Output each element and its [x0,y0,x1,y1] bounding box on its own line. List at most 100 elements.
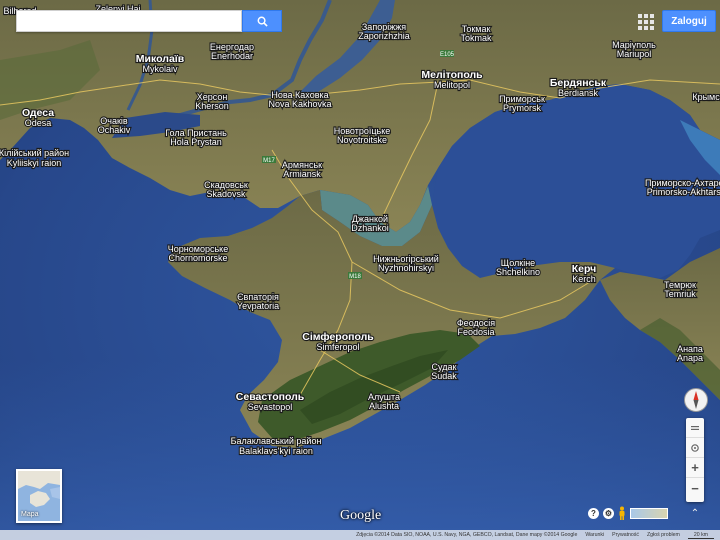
pegman-icon[interactable] [618,506,626,520]
signin-button[interactable]: Zaloguj [662,10,716,32]
minimap-toggle[interactable]: Mapa [16,469,62,523]
svg-text:Sudak: Sudak [431,371,457,381]
label-chornomorske: Чорноморське Chornomorske [167,243,230,264]
settings-gear-icon[interactable]: ⚙ [603,507,614,519]
terms-link[interactable]: Warunki [585,532,604,538]
svg-text:Prymorsk: Prymorsk [503,103,541,113]
privacy-link[interactable]: Prywatność [612,532,639,538]
label-tokmak: Токмак Tokmak [459,23,493,44]
svg-text:Chornomorske: Chornomorske [168,253,227,263]
svg-text:Yevpatoria: Yevpatoria [237,301,279,311]
label-yevpatoria: Євпаторія Yevpatoria [236,291,280,312]
svg-text:Odesa: Odesa [25,118,52,128]
label-shchelkino: Щолкіне Shchelkino [495,257,541,278]
svg-text:M17: M17 [263,158,275,164]
svg-text:Nova Kakhovka: Nova Kakhovka [268,99,331,109]
svg-text:Temriuk: Temriuk [664,289,696,299]
minimap-label: Mapa [21,511,39,518]
svg-text:Sevastopol: Sevastopol [248,402,293,412]
svg-text:Skadovsk: Skadovsk [206,189,246,199]
label-nova-kakhovka: Нова Каховка Nova Kakhovka [267,89,332,110]
svg-text:M18: M18 [349,274,361,280]
label-dzhankoi: Джанкой Dzhankoi [350,213,390,234]
label-ochakiv: Очаків Ochakiv [97,115,132,136]
label-zaporizhzhia: Запоріжжя Zaporizhzhia [357,21,411,42]
rotate-icon [691,443,699,452]
svg-text:Armiansk: Armiansk [283,169,321,179]
tilt-button[interactable] [686,418,704,438]
attribution-bar: Zdjęcia ©2014 Data SIO, NOAA, U.S. Navy,… [0,530,720,540]
svg-text:Balaklavs'kyi raion: Balaklavs'kyi raion [239,446,313,456]
label-nyzhnohirskyi: Нижньогірський Nyzhnohirskyi [372,253,440,274]
svg-text:Novotroitske: Novotroitske [337,135,387,145]
expand-button[interactable]: ⌃ [688,506,702,520]
road-shield-m17: M17 [262,156,276,164]
search-icon [257,16,268,27]
label-kerch: Керч Kerch [571,262,598,285]
svg-text:Mykolaiv: Mykolaiv [142,64,178,74]
label-kiliiskyi: Кілійський район Kyliiskyi raion [0,147,70,169]
svg-text:Primorsko-Akhtarsk: Primorsko-Akhtarsk [647,187,720,197]
attribution-text: Zdjęcia ©2014 Data SIO, NOAA, U.S. Navy,… [356,532,578,538]
compass-control[interactable] [684,388,708,412]
label-hola-prystan: Гола Пристань Hola Prystan [164,127,228,148]
label-kherson: Херсон Kherson [194,91,230,112]
label-novotroitske: Новотроїцьке Novotroitske [333,125,392,146]
label-anapa: Анапа Anapa [676,343,704,364]
rotate-button[interactable] [686,438,704,458]
svg-text:Ochakiv: Ochakiv [98,125,131,135]
svg-text:Enerhodar: Enerhodar [211,51,253,61]
svg-text:Zaporizhzhia: Zaporizhzhia [358,31,410,41]
svg-text:Kyliiskyi raion: Kyliiskyi raion [7,158,62,168]
label-mariupol: Маріуполь Mariupol [611,39,657,60]
search-input[interactable] [17,11,241,31]
road-shield-e105: E105 [440,50,455,58]
label-enerhodar: Енергодар Enerhodar [209,41,255,62]
label-odesa: Одеса Odesa [21,106,55,129]
svg-text:Simferopol: Simferopol [316,342,359,352]
svg-text:Berdiansk: Berdiansk [558,88,599,98]
label-armiansk: Армянськ Armiansk [281,159,323,180]
label-feodosia: Феодосія Feodosia [456,317,497,338]
label-krymsk: Крымск [691,91,720,103]
svg-text:Mariupol: Mariupol [617,49,652,59]
svg-text:Shchelkino: Shchelkino [496,267,540,277]
label-skadovsk: Скадовськ Skadovsk [203,179,249,200]
svg-text:Hola Prystan: Hola Prystan [170,137,222,147]
report-problem-link[interactable]: Zgłoś problem [647,532,680,538]
svg-text:Крымск: Крымск [692,92,720,102]
compass-icon [693,391,699,409]
svg-text:Балаклавський район: Балаклавський район [231,436,322,446]
label-balaklava: Балаклавський район Balaklavs'kyi raion [229,435,322,457]
search-button[interactable] [242,10,282,32]
satellite-map[interactable]: M17 M18 E105 Миколаїв Mykolaiv Одеса Ode… [0,0,720,540]
label-sudak: Судак Sudak [430,361,458,382]
svg-text:Melitopol: Melitopol [434,80,470,90]
imagery-strip[interactable] [630,507,668,519]
svg-text:Anapa: Anapa [677,353,703,363]
scale-bar: 20 km [687,532,714,539]
svg-text:Feodosia: Feodosia [457,327,494,337]
google-logo: Google [340,508,382,523]
svg-text:Tokmak: Tokmak [460,33,492,43]
svg-text:Nyzhnohirskyi: Nyzhnohirskyi [378,263,434,273]
label-primorsko-akhtarsk: Приморско-Ахтарск Primorsko-Akhtarsk [644,177,720,198]
svg-text:Kerch: Kerch [572,274,596,284]
search-box[interactable] [16,10,242,32]
svg-text:Kherson: Kherson [195,101,229,111]
zoom-in-button[interactable]: + [686,458,704,478]
help-icon[interactable]: ? [588,507,599,519]
zoom-out-button[interactable]: − [686,478,704,498]
bottom-toolbar: ? ⚙ [588,506,668,520]
label-mykolaiv: Миколаїв Mykolaiv [135,52,186,75]
zoom-control: + − [686,418,704,502]
label-primorsk: Приморськ Prymorsk [498,93,546,114]
svg-text:E105: E105 [440,52,455,58]
svg-text:Alushta: Alushta [369,401,399,411]
apps-grid-icon[interactable] [636,12,654,30]
svg-text:Кілійський район: Кілійський район [0,148,69,158]
label-temriuk: Темрюк Temriuk [663,279,697,300]
label-alushta: Алушта Alushta [367,391,401,412]
road-shield-m18: M18 [348,272,362,280]
svg-text:Dzhankoi: Dzhankoi [351,223,389,233]
